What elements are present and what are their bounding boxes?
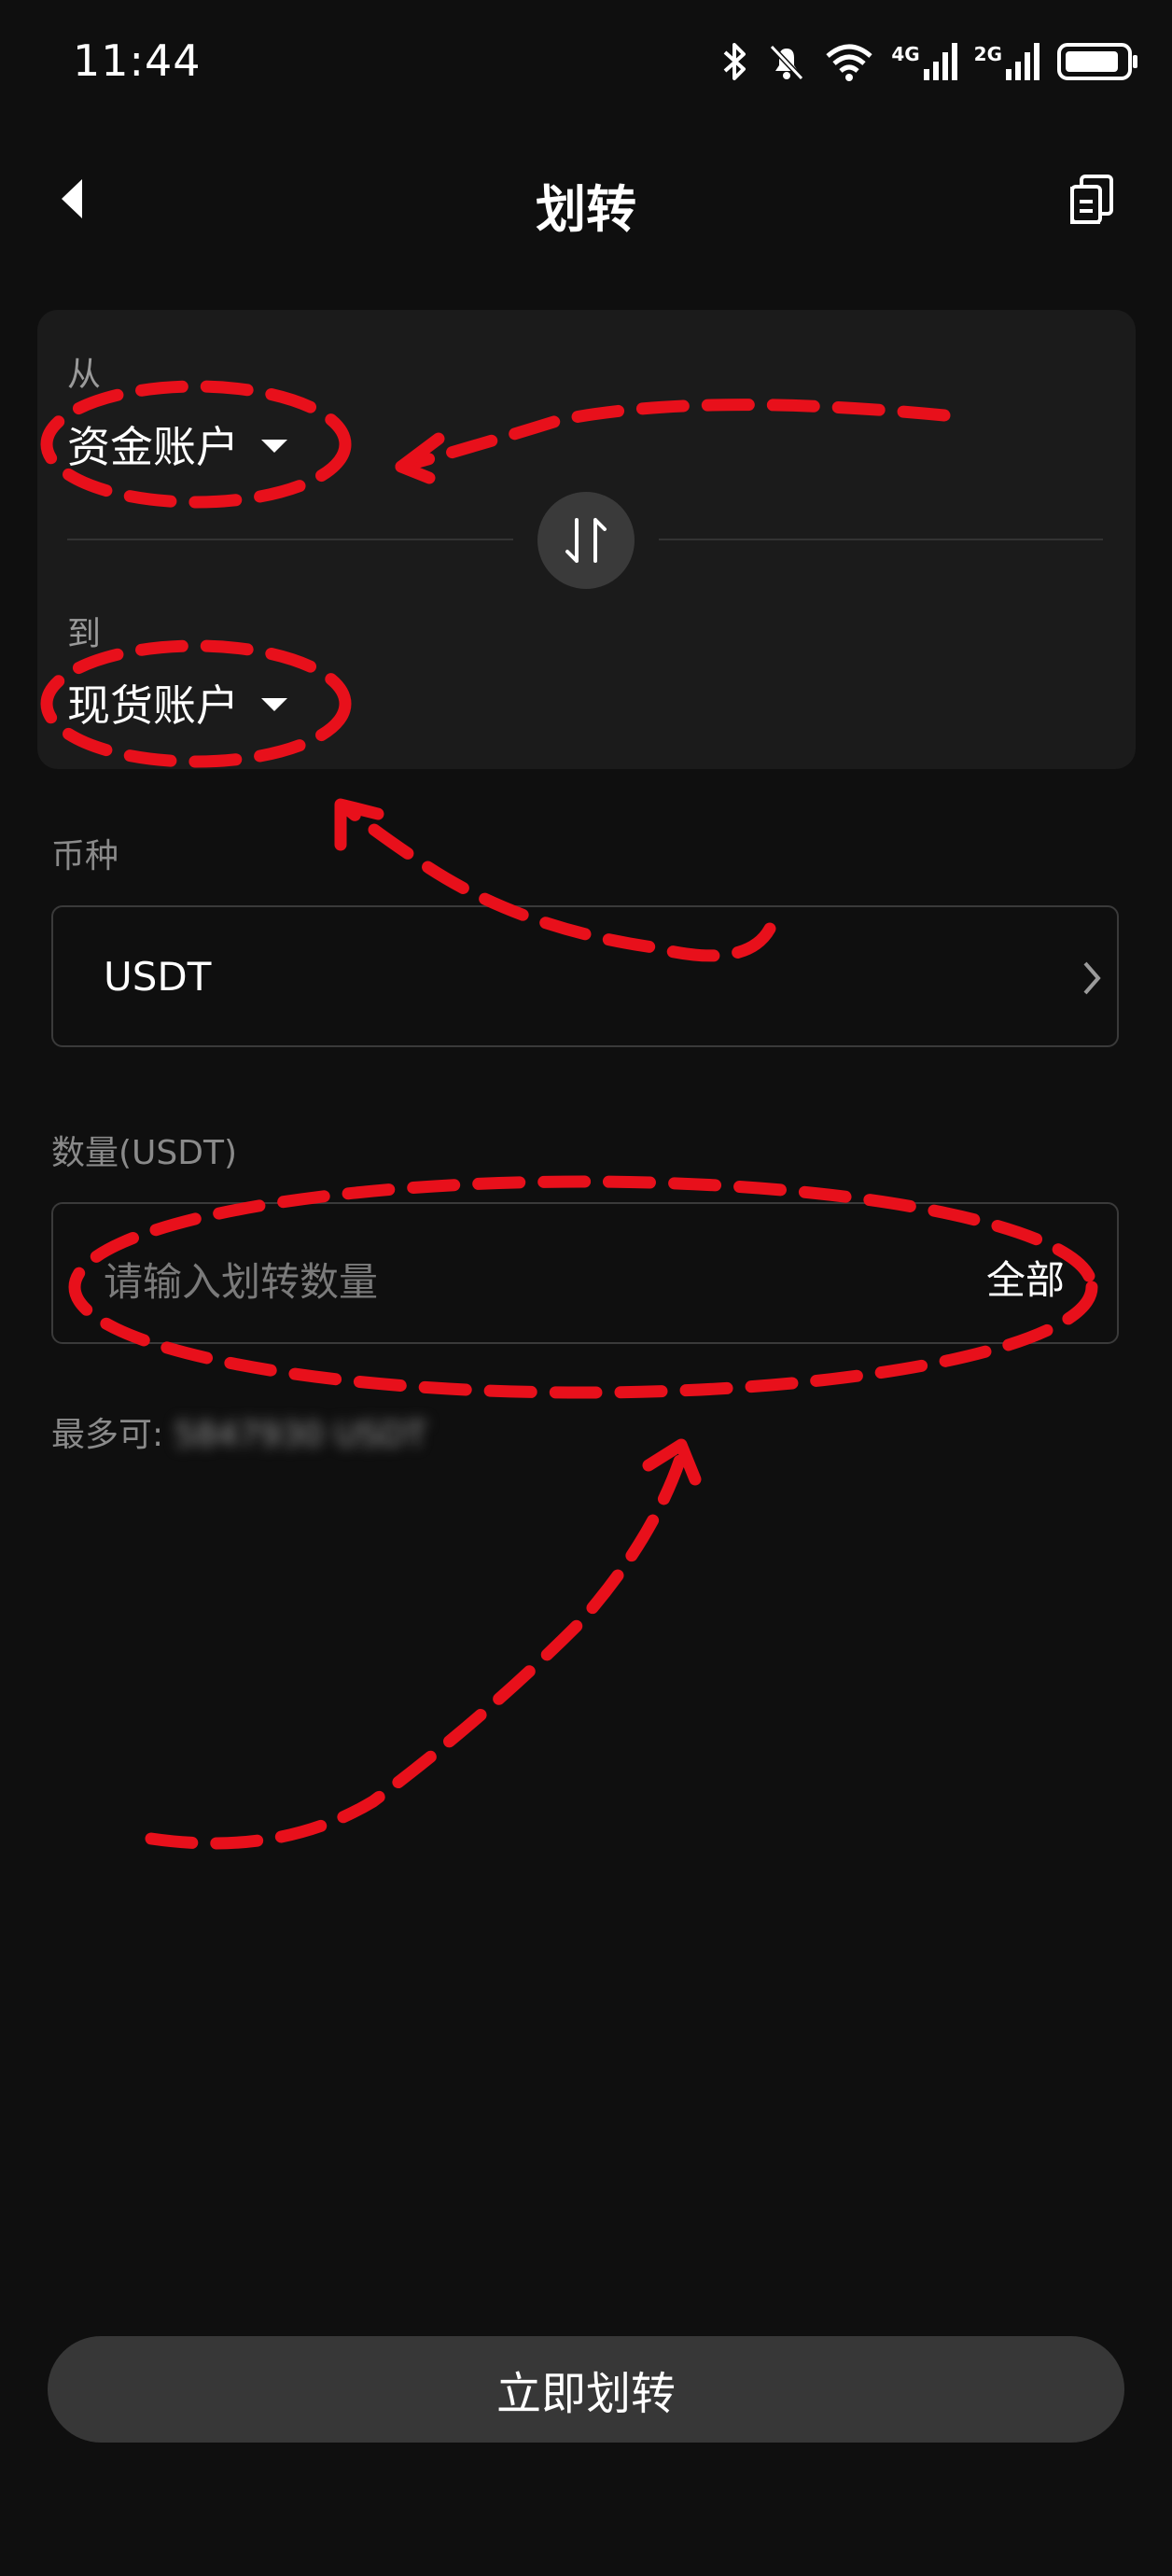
annotation-arrowhead-2: [334, 798, 384, 851]
from-account-selector[interactable]: 资金账户: [67, 413, 287, 475]
to-account-selector[interactable]: 现货账户: [67, 672, 287, 734]
coin-value: USDT: [104, 954, 212, 1000]
from-label: 从: [67, 356, 102, 394]
divider: [67, 539, 513, 540]
amount-input[interactable]: 请输入划转数量: [104, 1251, 378, 1308]
bell-muted-icon: [770, 44, 804, 81]
page-title: 划转: [536, 180, 636, 239]
to-account-name: 现货账户: [67, 680, 239, 731]
network-type-label: 2G: [973, 43, 1002, 65]
caret-down-icon: [261, 440, 287, 453]
max-available: 最多可: 5847930 USDT: [51, 1407, 426, 1456]
annotation-arrowhead-3: [642, 1438, 702, 1486]
bluetooth-icon: [723, 43, 746, 80]
swap-arrows-icon: [565, 518, 607, 563]
record-document-icon[interactable]: [1068, 174, 1115, 226]
amount-label: 数量(USDT): [51, 1134, 238, 1172]
chevron-right-icon: [1083, 961, 1101, 995]
signal-bars-icon: [923, 43, 957, 80]
annotation-arrow-3: [145, 1449, 688, 1850]
battery-icon: [1057, 43, 1137, 80]
coin-label: 币种: [51, 837, 119, 875]
max-value: 5847930 USDT: [174, 1416, 427, 1454]
status-icons: 4G 2G: [721, 41, 1140, 82]
divider: [659, 539, 1103, 540]
network-type-label: 4G: [891, 43, 920, 65]
signal-4g: 4G: [891, 43, 957, 80]
coin-selector[interactable]: USDT: [51, 905, 1119, 1047]
swap-button[interactable]: [537, 492, 635, 589]
status-time: 11:44: [73, 35, 202, 86]
max-label: 最多可:: [51, 1416, 164, 1454]
wifi-icon: [826, 44, 872, 81]
amount-field[interactable]: 请输入划转数量 全部: [51, 1202, 1119, 1344]
signal-bars-icon: [1006, 43, 1039, 80]
signal-2g: 2G: [974, 43, 1039, 80]
from-account-name: 资金账户: [67, 422, 239, 472]
all-button[interactable]: 全部: [986, 1249, 1065, 1306]
to-label: 到: [67, 615, 102, 653]
submit-transfer-button[interactable]: 立即划转: [48, 2336, 1124, 2443]
caret-down-icon: [261, 698, 287, 711]
